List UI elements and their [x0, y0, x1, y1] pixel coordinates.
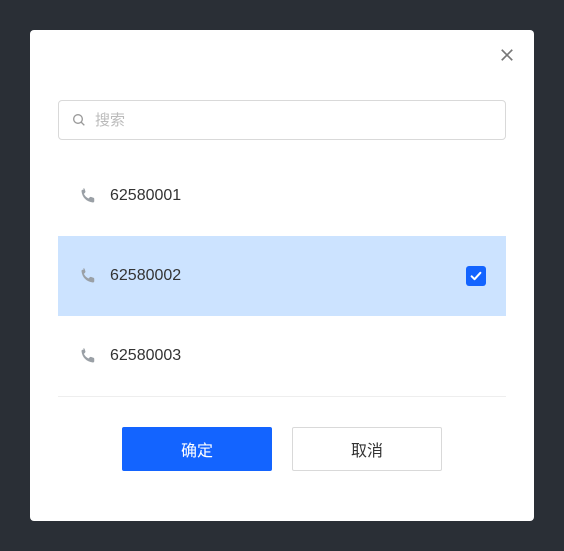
phone-icon [78, 266, 98, 286]
search-icon [71, 112, 87, 128]
close-icon [498, 46, 516, 64]
list-item[interactable]: 62580003 [58, 316, 506, 396]
cancel-button[interactable]: 取消 [292, 427, 442, 471]
phone-number: 62580002 [110, 267, 181, 285]
phone-number: 62580001 [110, 187, 181, 205]
phone-icon [78, 186, 98, 206]
close-button[interactable] [498, 46, 516, 64]
phone-icon [78, 346, 98, 366]
phone-list: 62580001 62580002 62580003 [58, 156, 506, 397]
phone-select-modal: 62580001 62580002 62580003 [30, 30, 534, 521]
list-item[interactable]: 62580002 [58, 236, 506, 316]
search-input[interactable] [95, 112, 493, 129]
confirm-button[interactable]: 确定 [122, 427, 272, 471]
phone-number: 62580003 [110, 347, 181, 365]
search-field-wrap[interactable] [58, 100, 506, 140]
modal-actions: 确定 取消 [58, 427, 506, 471]
list-item[interactable]: 62580001 [58, 156, 506, 236]
modal-title [30, 56, 534, 92]
check-icon [469, 269, 483, 283]
selected-checkbox[interactable] [466, 266, 486, 286]
